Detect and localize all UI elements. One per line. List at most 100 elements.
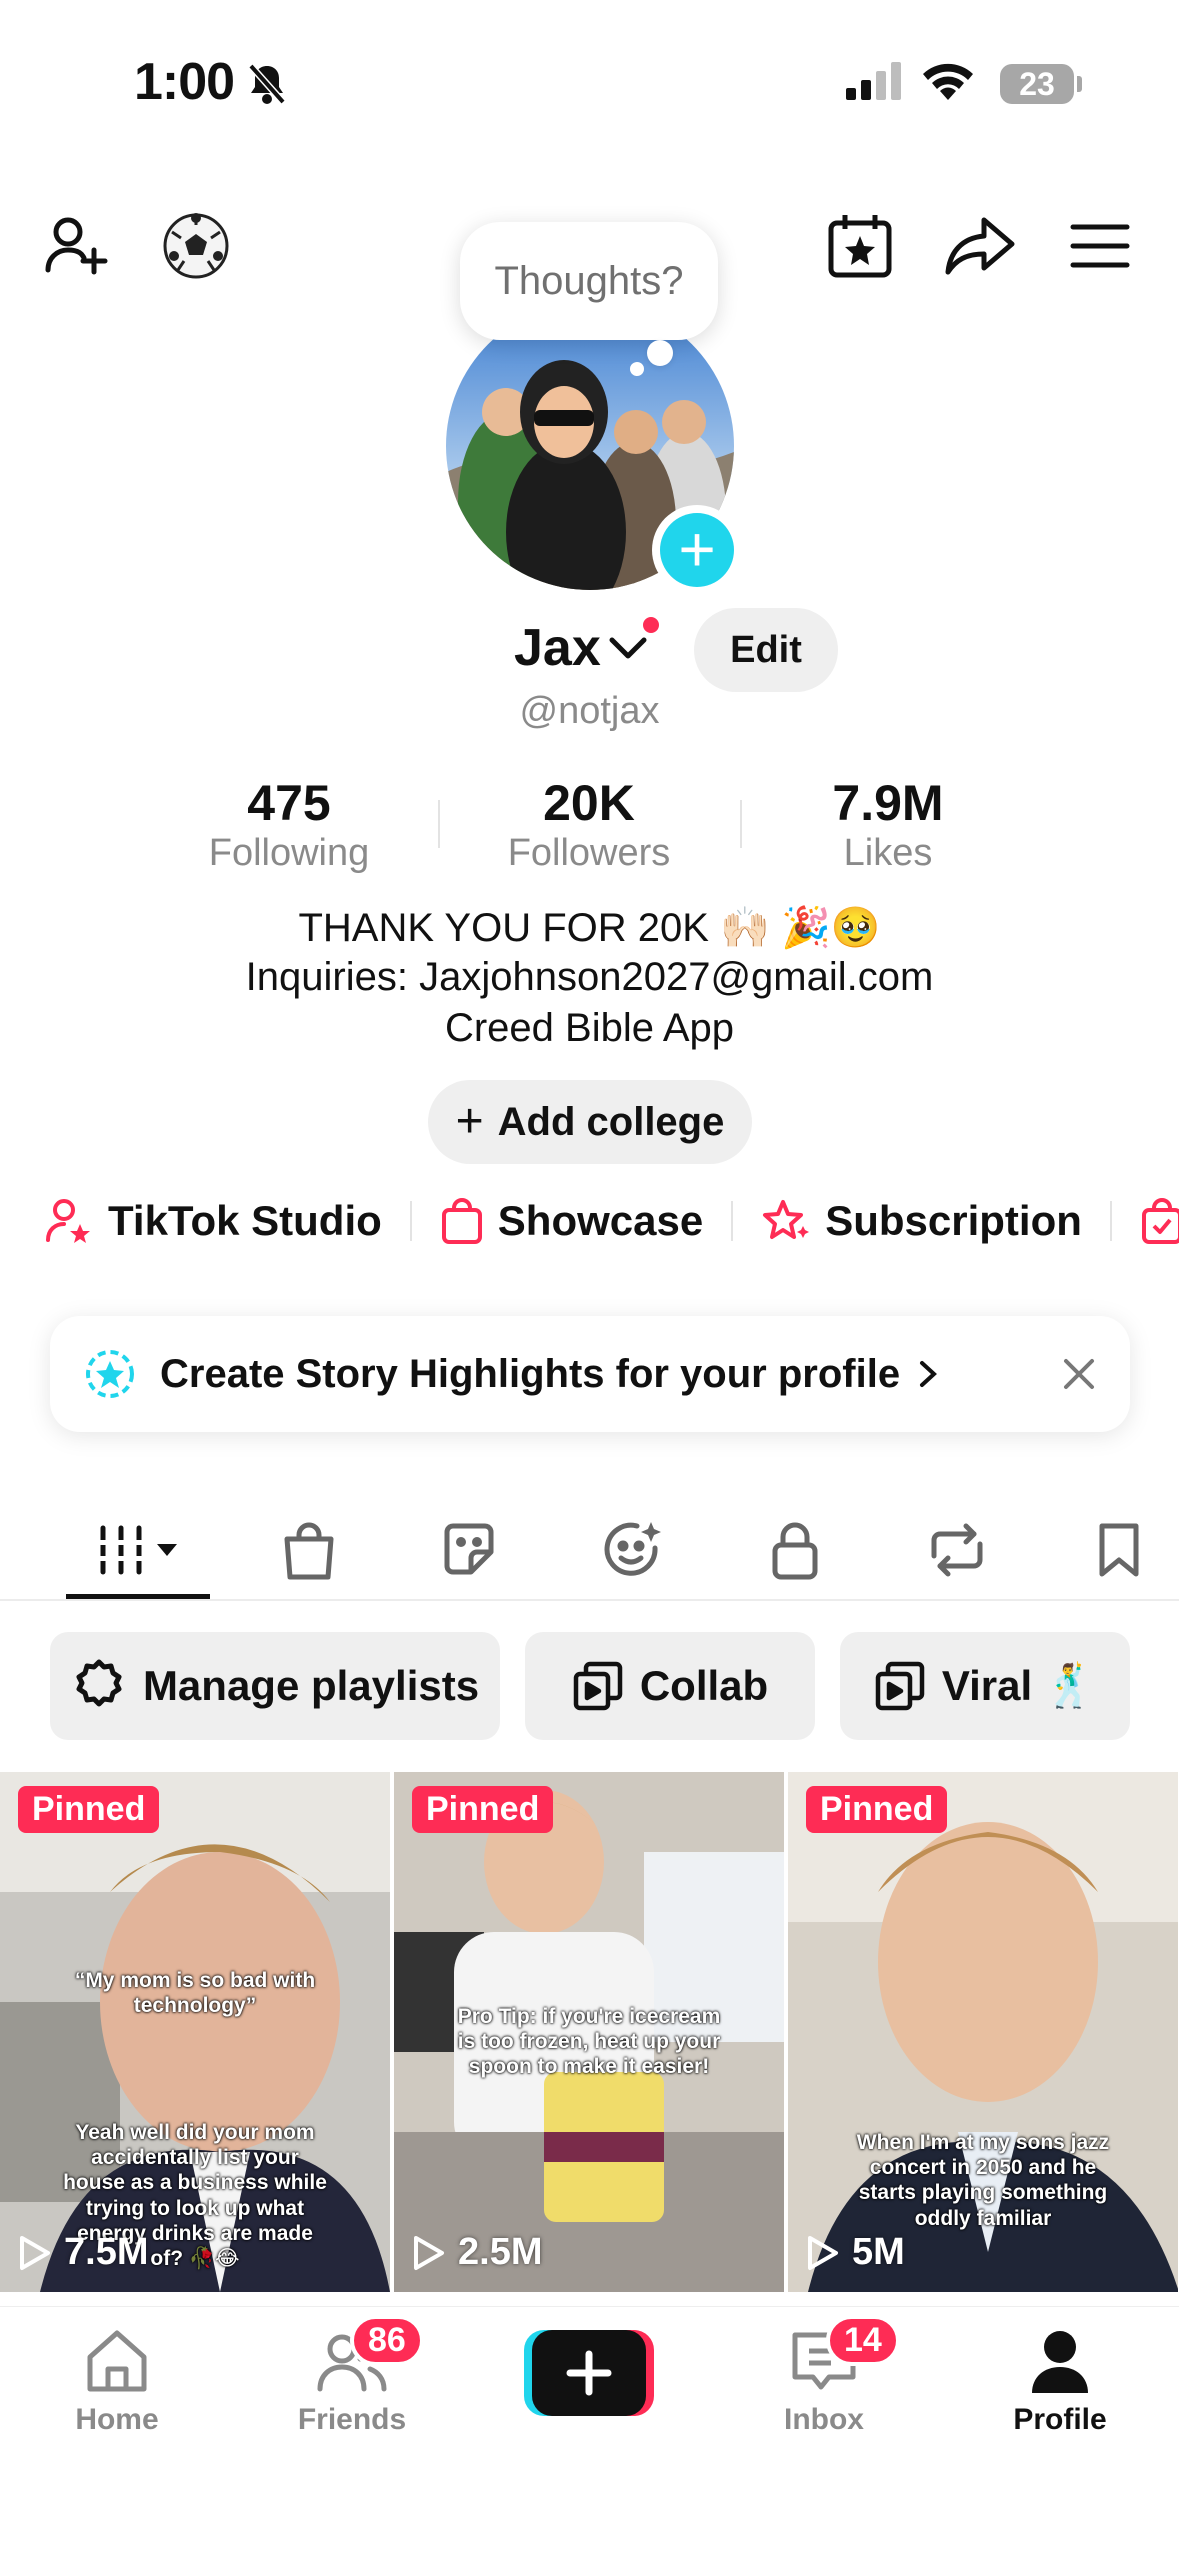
chevron-down-icon[interactable] bbox=[606, 628, 650, 673]
create-video-button[interactable] bbox=[524, 2330, 654, 2416]
showcase-label: Showcase bbox=[497, 1197, 704, 1244]
link-divider bbox=[409, 1201, 412, 1241]
collab-playlist-label: Collab bbox=[639, 1662, 769, 1709]
bio-line-3: Creed Bible App bbox=[444, 1006, 735, 1050]
face-sparkle-icon bbox=[604, 1522, 661, 1576]
link-divider bbox=[1109, 1201, 1112, 1241]
bio-line-2[interactable]: Inquiries: Jaxjohnson2027@gmail.com bbox=[0, 955, 1179, 1000]
pinned-badge: Pinned bbox=[412, 1786, 554, 1833]
bubble-tail-dot bbox=[647, 340, 673, 366]
video-thumbnail[interactable]: Pinned When I'm at my sons jazz concert … bbox=[788, 1772, 1178, 2292]
add-story-button[interactable]: + bbox=[652, 505, 742, 595]
gear-icon bbox=[76, 1659, 122, 1707]
battery-indicator: 23 bbox=[1000, 64, 1074, 104]
tab-saved[interactable] bbox=[1064, 1500, 1174, 1600]
more-link[interactable]: Y bbox=[1140, 1196, 1179, 1246]
view-count: 7.5M bbox=[64, 2231, 149, 2273]
nav-home-label: Home bbox=[75, 2403, 159, 2436]
video-thumbnail[interactable]: Pinned “My mom is so bad with technology… bbox=[0, 1772, 390, 2292]
link-divider bbox=[731, 1201, 734, 1241]
bookmark-icon bbox=[1099, 1523, 1139, 1577]
soccer-ball-icon[interactable] bbox=[156, 206, 236, 286]
following-label[interactable]: Following bbox=[139, 832, 439, 875]
tab-reposts[interactable] bbox=[902, 1500, 1012, 1600]
nav-profile[interactable]: Profile bbox=[960, 2327, 1160, 2437]
videos-grid-icon bbox=[97, 1525, 177, 1575]
tab-videos[interactable] bbox=[84, 1500, 194, 1600]
tiktok-studio-link[interactable]: TikTok Studio bbox=[44, 1196, 382, 1246]
video-views: 7.5M bbox=[18, 2231, 148, 2274]
shop-bag-icon bbox=[284, 1522, 334, 1580]
viral-playlist-button[interactable]: Viral 🕺 bbox=[840, 1632, 1130, 1740]
bell-slash-icon bbox=[246, 62, 288, 111]
video-thumbnail[interactable]: Pinned Pro Tip: if you're icecream is to… bbox=[394, 1772, 784, 2292]
repost-icon bbox=[931, 1523, 983, 1577]
view-count: 2.5M bbox=[458, 2231, 543, 2273]
nav-inbox-label: Inbox bbox=[784, 2403, 864, 2436]
pinned-badge: Pinned bbox=[806, 1786, 948, 1833]
video-caption: When I'm at my sons jazz concert in 2050… bbox=[856, 2131, 1110, 2230]
play-icon bbox=[20, 2235, 50, 2270]
status-time: 1:00 bbox=[134, 53, 235, 111]
playlist-icon bbox=[875, 1661, 925, 1711]
tab-shop[interactable] bbox=[254, 1500, 364, 1600]
tab-private[interactable] bbox=[740, 1500, 850, 1600]
inbox-badge: 14 bbox=[826, 2315, 900, 2366]
bio-line-1: THANK YOU FOR 20K 🙌🏻 🎉🥹 bbox=[298, 906, 881, 950]
followers-count[interactable]: 20K bbox=[439, 774, 739, 832]
playlist-icon bbox=[573, 1661, 623, 1711]
lock-icon bbox=[772, 1522, 818, 1580]
profile-tabs bbox=[0, 1500, 1179, 1600]
subscription-label: Subscription bbox=[825, 1197, 1082, 1244]
profile-handle: @notjax bbox=[519, 690, 660, 732]
add-college-label: Add college bbox=[497, 1099, 725, 1144]
person-star-icon bbox=[46, 1199, 90, 1243]
share-icon[interactable] bbox=[940, 206, 1020, 286]
sticker-icon bbox=[444, 1523, 494, 1575]
likes-count[interactable]: 7.9M bbox=[738, 774, 1038, 832]
nav-friends-label: Friends bbox=[297, 2403, 407, 2436]
view-count: 5M bbox=[852, 2231, 905, 2273]
edit-profile-button[interactable]: Edit bbox=[694, 608, 838, 692]
followers-label[interactable]: Followers bbox=[439, 832, 739, 875]
bubble-tail-dot-small bbox=[630, 362, 644, 376]
profile-name[interactable]: Jax bbox=[514, 618, 601, 678]
menu-icon[interactable] bbox=[1060, 206, 1140, 286]
shopping-bag-icon bbox=[441, 1198, 482, 1244]
nav-profile-label: Profile bbox=[1013, 2403, 1107, 2436]
tiktok-studio-label: TikTok Studio bbox=[108, 1197, 382, 1244]
video-caption-top: “My mom is so bad with technology” bbox=[74, 1969, 316, 2018]
star-sparkle-icon bbox=[763, 1200, 810, 1239]
plus-icon: + bbox=[455, 1095, 484, 1148]
close-icon bbox=[1064, 1359, 1094, 1389]
friends-badge: 86 bbox=[350, 2315, 424, 2366]
nav-home[interactable]: Home bbox=[17, 2327, 217, 2437]
subscription-link[interactable]: Subscription bbox=[761, 1196, 1082, 1246]
wifi-icon bbox=[920, 60, 976, 107]
following-count[interactable]: 475 bbox=[139, 774, 439, 832]
profile-icon bbox=[1032, 2331, 1088, 2393]
video-views: 2.5M bbox=[412, 2231, 542, 2274]
showcase-link[interactable]: Showcase bbox=[440, 1196, 703, 1246]
thoughts-bubble[interactable]: Thoughts? bbox=[460, 222, 718, 340]
video-views: 5M bbox=[806, 2231, 905, 2274]
video-caption: Pro Tip: if you're icecream is too froze… bbox=[457, 2005, 721, 2079]
chevron-right-icon bbox=[920, 1361, 938, 1387]
manage-playlists-button[interactable]: Manage playlists bbox=[50, 1632, 500, 1740]
viral-playlist-label: Viral 🕺 bbox=[941, 1661, 1097, 1709]
tab-effects[interactable] bbox=[578, 1500, 688, 1600]
play-icon bbox=[808, 2235, 838, 2270]
add-college-button[interactable]: + Add college bbox=[428, 1080, 752, 1164]
play-icon bbox=[414, 2235, 444, 2270]
add-friend-icon[interactable] bbox=[36, 206, 116, 286]
battery-tip bbox=[1077, 76, 1082, 92]
calendar-star-icon[interactable] bbox=[820, 206, 900, 286]
collab-playlist-button[interactable]: Collab bbox=[525, 1632, 815, 1740]
plus-icon: + bbox=[660, 513, 734, 587]
tab-stickers[interactable] bbox=[414, 1500, 524, 1600]
profile-links-row: TikTok Studio Showcase Subscription Y bbox=[44, 1196, 1179, 1246]
likes-label[interactable]: Likes bbox=[738, 832, 1038, 875]
story-highlights-banner[interactable]: Create Story Highlights for your profile bbox=[50, 1316, 1130, 1432]
cellular-signal-icon bbox=[846, 62, 906, 107]
notification-dot bbox=[640, 614, 662, 636]
